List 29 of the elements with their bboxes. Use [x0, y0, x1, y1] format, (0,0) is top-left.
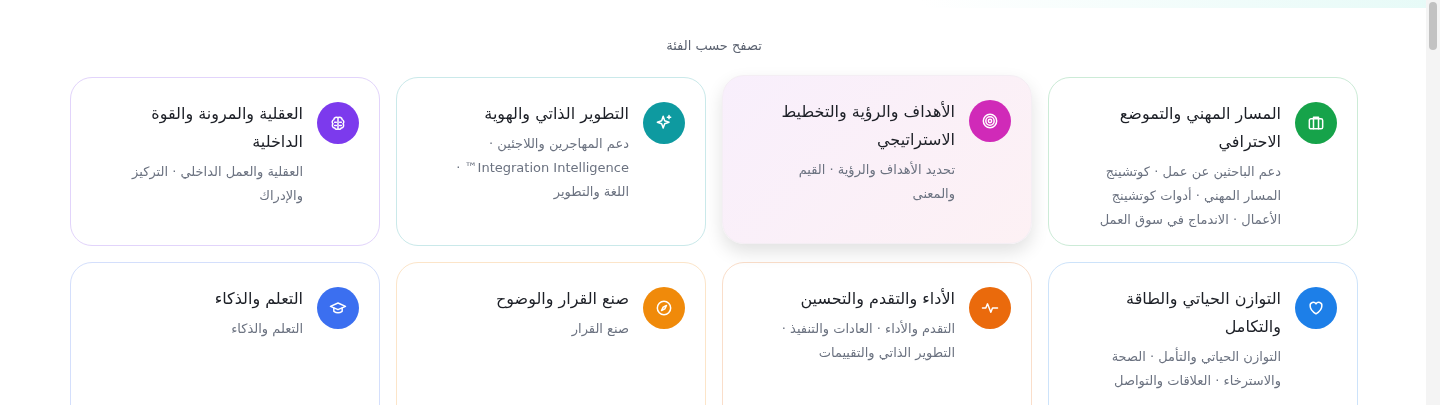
category-title: العقلية والمرونة والقوة الداخلية	[150, 103, 303, 153]
category-card[interactable]: صنع القرار والوضوح صنع القرار	[396, 262, 706, 405]
category-card[interactable]: التطوير الذاتي والهوية دعم المهاجرين واللاجئين · Integration Intelligence™ · اللغة والتطوير	[396, 77, 706, 246]
category-title: التطوير الذاتي والهوية	[483, 103, 629, 126]
category-card[interactable]: الأداء والتقدم والتحسين التقدم والأداء · العادات والتنفيذ · التطوير الذاتي والتقييمات	[722, 262, 1032, 405]
target-icon	[980, 111, 1000, 131]
category-title: الأداء والتقدم والتحسين	[799, 287, 955, 311]
category-card[interactable]: التوازن الحياتي والطاقة والتكامل التوازن الحياتي والتأمل · الصحة والاسترخاء · العلاقات والتواصل	[1048, 262, 1358, 405]
category-description: العقلية والعمل الداخلي · التركيز والإدراك	[130, 163, 303, 206]
category-description: دعم المهاجرين واللاجئين · Integration Intelligence™ · اللغة والتطوير	[455, 135, 629, 202]
category-title: التوازن الحياتي والطاقة والتكامل	[1125, 288, 1281, 339]
briefcase-icon	[1306, 113, 1326, 133]
category-description: التعلم والذكاء	[230, 320, 303, 339]
section-heading: تصفح حسب الفئة	[666, 38, 762, 53]
category-description: صنع القرار	[570, 320, 629, 339]
category-card[interactable]: المسار المهني والتموضع الاحترافي دعم الباحثين عن عمل · كوتشينج المسار المهني · أدوات كوتشينج الأعمال · الاندماج في سوق العمل	[1048, 77, 1358, 246]
category-title: صنع القرار والوضوح	[496, 288, 629, 311]
category-description: تحديد الأهداف والرؤية · القيم والمعنى	[797, 160, 955, 204]
category-card[interactable]: العقلية والمرونة والقوة الداخلية العقلية والعمل الداخلي · التركيز والإدراك	[70, 77, 380, 246]
category-title: التعلم والذكاء	[214, 288, 303, 311]
category-description: التوازن الحياتي والتأمل · الصحة والاسترخاء · العلاقات والتواصل	[1110, 346, 1281, 391]
category-card[interactable]: الأهداف والرؤية والتخطيط الاستراتيجي تحديد الأهداف والرؤية · القيم والمعنى	[722, 75, 1032, 244]
category-card[interactable]: التعلم والذكاء التعلم والذكاء	[70, 262, 380, 405]
compass-icon	[654, 298, 674, 318]
category-description: التقدم والأداء · العادات والتنفيذ · التطوير الذاتي والتقييمات	[780, 319, 955, 363]
scrollbar-thumb[interactable]	[1429, 2, 1437, 50]
category-title: المسار المهني والتموضع الاحترافي	[1118, 103, 1281, 154]
category-description: دعم الباحثين عن عمل · كوتشينج المسار المهني · أدوات كوتشينج الأعمال · الاندماج في سوق العمل	[1098, 163, 1281, 230]
category-title: الأهداف والرؤية والتخطيط الاستراتيجي	[780, 100, 955, 152]
